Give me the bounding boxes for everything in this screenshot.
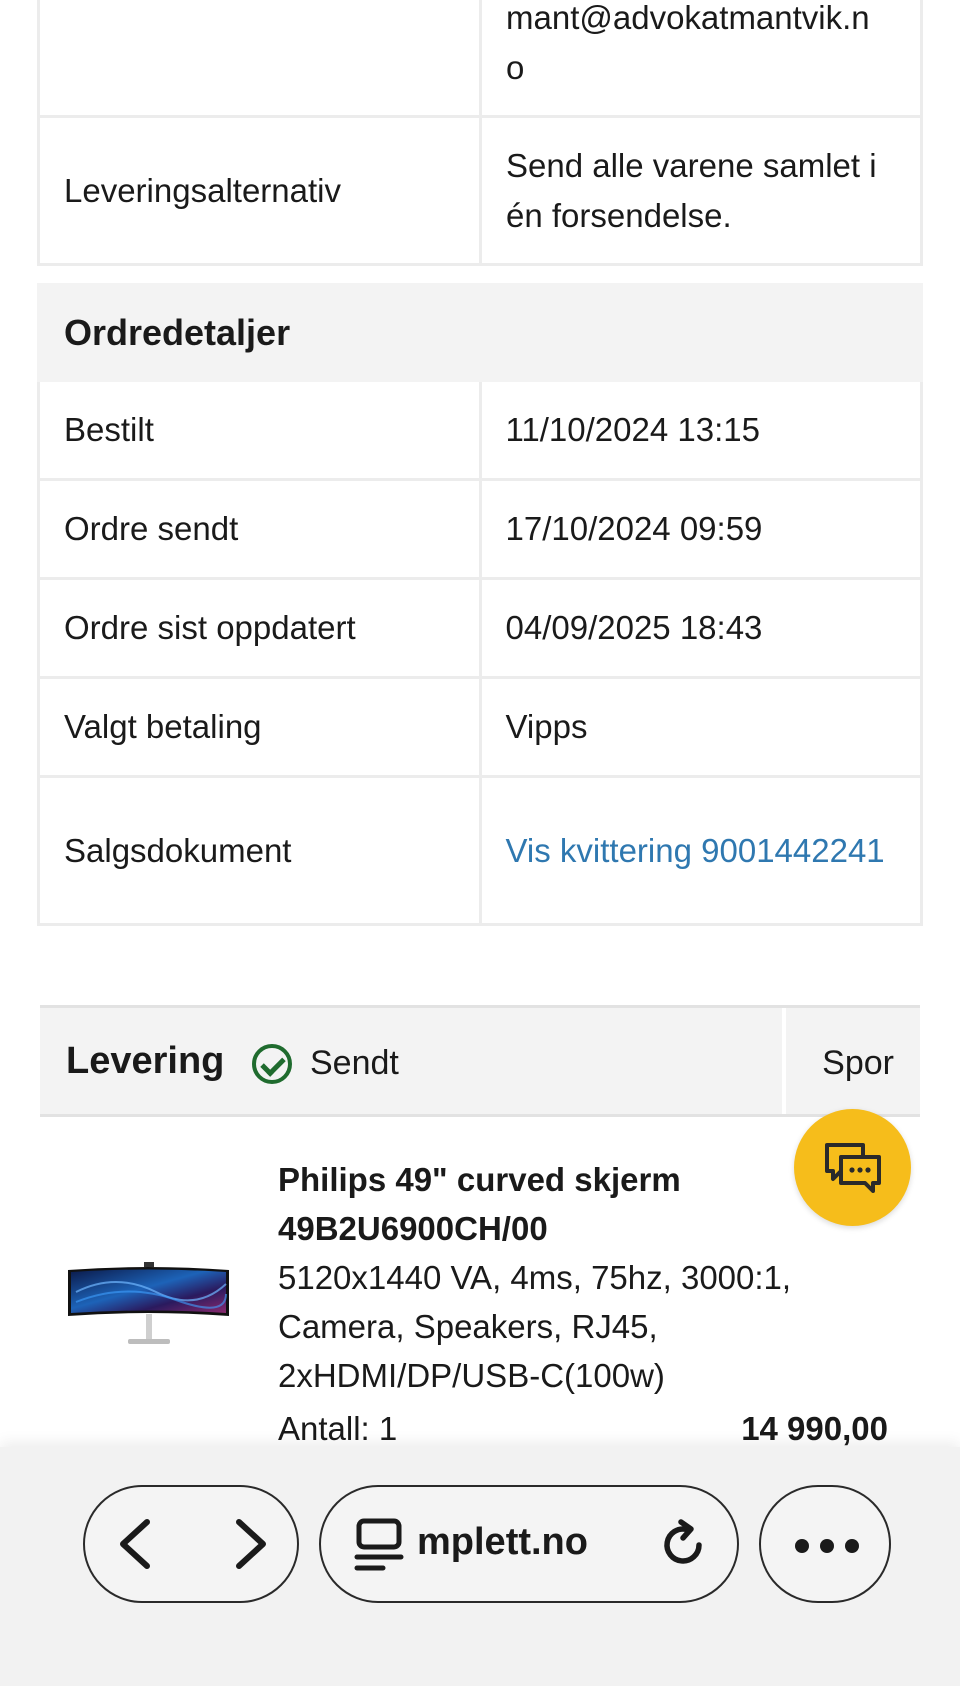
reader-icon bbox=[354, 1518, 404, 1571]
payment-label: Valgt betaling bbox=[37, 676, 482, 778]
delivery-status: Sendt bbox=[310, 1044, 399, 1082]
url-text: mplett.no bbox=[417, 1521, 588, 1563]
order-details-table: Ordredetaljer Bestilt 11/10/2024 13:15 O… bbox=[37, 283, 923, 926]
order-details-heading: Ordredetaljer bbox=[37, 283, 923, 382]
product-price: 14 990,00 bbox=[741, 1410, 888, 1447]
ordered-label: Bestilt bbox=[37, 379, 482, 481]
delivery-option-value: Send alle varene samlet i én forsendelse… bbox=[479, 115, 923, 266]
order-updated-value: 04/09/2025 18:43 bbox=[478, 577, 923, 679]
order-updated-label: Ordre sist oppdatert bbox=[37, 577, 482, 679]
product-quantity: Antall: 1 bbox=[278, 1410, 398, 1447]
email-label-cell bbox=[37, 0, 482, 118]
order-sent-label: Ordre sendt bbox=[37, 478, 482, 580]
ordered-value: 11/10/2024 13:15 bbox=[478, 379, 923, 481]
email-value: mant@advokatmantvik.n o bbox=[479, 0, 923, 118]
order-sent-value: 17/10/2024 09:59 bbox=[478, 478, 923, 580]
divider bbox=[782, 1008, 786, 1114]
delivery-option-label: Leveringsalternativ bbox=[37, 115, 482, 266]
product-image bbox=[68, 1262, 229, 1344]
contact-table: mant@advokatmantvik.n o Leveringsalterna… bbox=[37, 0, 923, 266]
delivery-label: Levering bbox=[66, 1040, 225, 1082]
more-button[interactable] bbox=[759, 1485, 891, 1603]
product-description: 5120x1440 VA, 4ms, 75hz, 3000:1, Camera,… bbox=[278, 1259, 792, 1394]
track-button[interactable]: Spor bbox=[822, 1044, 894, 1083]
delivery-header: Levering Sendt Spor bbox=[40, 1005, 920, 1117]
receipt-link[interactable]: Vis kvittering 9001442241 bbox=[478, 775, 923, 926]
payment-value: Vipps bbox=[478, 676, 923, 778]
forward-icon[interactable] bbox=[231, 1518, 271, 1570]
browser-toolbar: mplett.no bbox=[0, 1447, 960, 1686]
more-icon bbox=[795, 1539, 859, 1553]
sales-document-label: Salgsdokument bbox=[37, 775, 482, 926]
check-circle-icon bbox=[252, 1044, 292, 1084]
chat-icon bbox=[825, 1143, 881, 1193]
address-bar[interactable]: mplett.no bbox=[319, 1485, 739, 1603]
reload-icon[interactable] bbox=[657, 1519, 709, 1571]
back-icon[interactable] bbox=[115, 1518, 155, 1570]
product-title[interactable]: Philips 49" curved skjerm 49B2U6900CH/00 bbox=[278, 1155, 798, 1253]
chat-button[interactable] bbox=[794, 1109, 911, 1226]
nav-buttons bbox=[83, 1485, 299, 1603]
